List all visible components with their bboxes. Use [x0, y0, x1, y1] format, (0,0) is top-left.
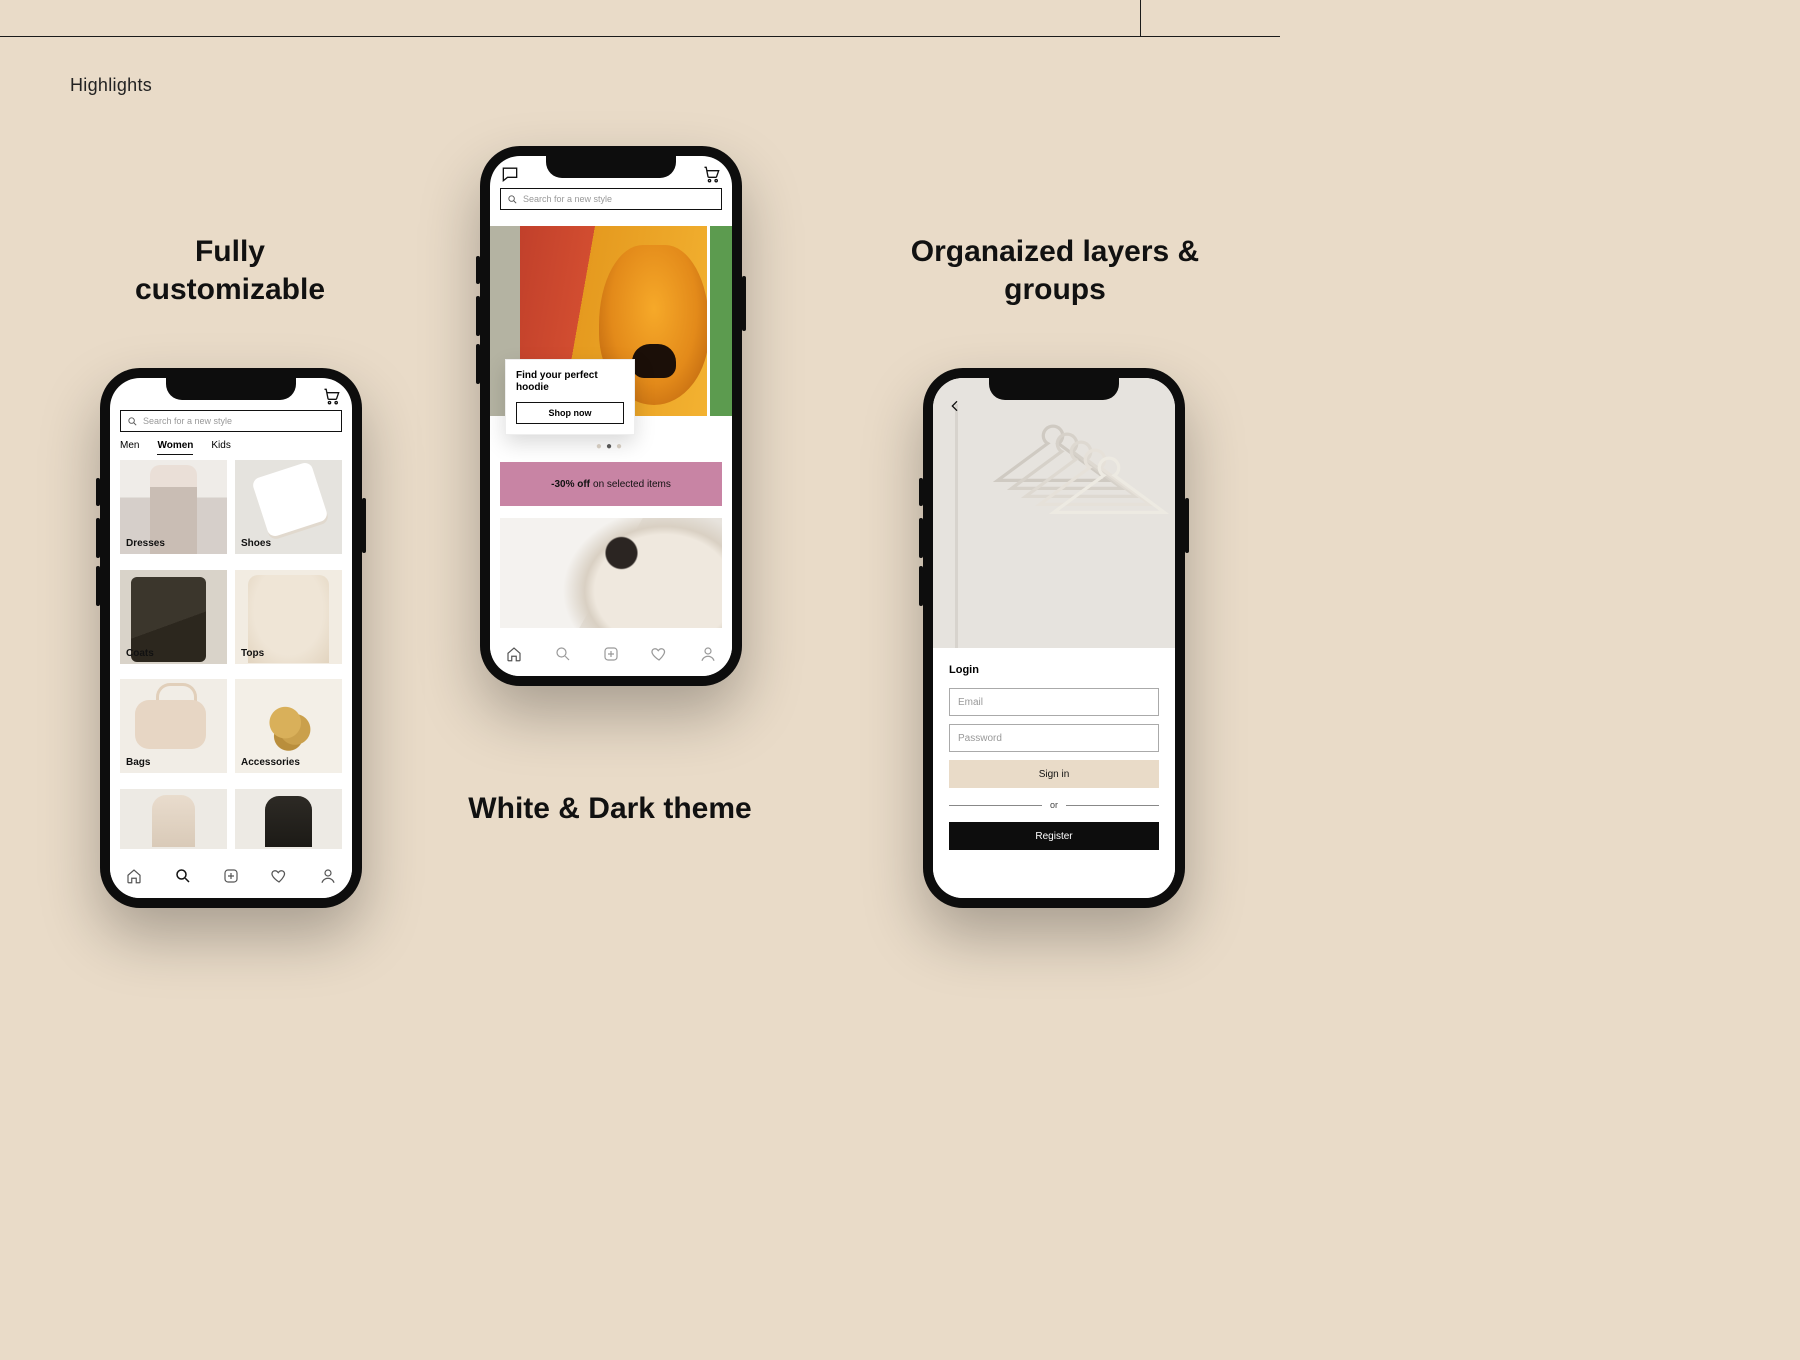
cat-more-1[interactable] — [120, 789, 227, 849]
hero-carousel[interactable]: Find your perfect hoodie Shop now — [500, 226, 722, 431]
nav-home-icon[interactable] — [125, 867, 143, 890]
search-input[interactable]: Search for a new style — [500, 188, 722, 210]
divider-horizontal — [0, 36, 1280, 37]
nav-add-icon[interactable] — [222, 867, 240, 890]
search-icon — [507, 194, 518, 205]
cat-more-2[interactable] — [235, 789, 342, 849]
signin-button[interactable]: Sign in — [949, 760, 1159, 788]
or-divider: or — [949, 800, 1159, 810]
category-tabs: Men Women Kids — [120, 440, 342, 455]
search-input[interactable]: Search for a new style — [120, 410, 342, 432]
promo-bold: -30% off — [551, 479, 590, 490]
or-text: or — [1050, 800, 1058, 810]
nav-add-icon[interactable] — [602, 645, 620, 668]
cat-tops[interactable]: Tops — [235, 570, 342, 664]
cart-icon[interactable] — [322, 386, 342, 406]
search-icon — [127, 416, 138, 427]
cat-coats[interactable]: Coats — [120, 570, 227, 664]
login-heading: Login — [949, 664, 1159, 676]
search-placeholder: Search for a new style — [143, 416, 232, 426]
nav-search-icon[interactable] — [554, 645, 572, 668]
feature-right: Organaized layers & groups — [900, 233, 1210, 308]
tab-kids[interactable]: Kids — [211, 440, 230, 455]
shop-now-button[interactable]: Shop now — [516, 402, 624, 424]
nav-profile-icon[interactable] — [699, 645, 717, 668]
feature-left: Fully customizable — [100, 233, 360, 308]
hero-card: Find your perfect hoodie Shop now — [505, 359, 635, 435]
nav-heart-icon[interactable] — [270, 867, 288, 890]
phone-home: Search for a new style Find your perfect… — [480, 146, 742, 686]
search-placeholder: Search for a new style — [523, 194, 612, 204]
feature-mid: White & Dark theme — [455, 790, 765, 828]
section-title: Highlights — [70, 75, 152, 96]
category-grid: Dresses Shoes Coats Tops Bags Accessorie… — [120, 460, 342, 856]
divider-vertical — [1140, 0, 1141, 36]
login-panel: Login Email Password Sign in or Register — [933, 648, 1175, 898]
promo-image — [500, 518, 722, 628]
hero-title: Find your perfect hoodie — [516, 370, 624, 394]
cat-label: Tops — [235, 648, 264, 664]
cat-label: Bags — [120, 757, 150, 773]
promo-text: on selected items — [593, 479, 671, 490]
phone-login: Login Email Password Sign in or Register — [923, 368, 1185, 908]
tab-women[interactable]: Women — [157, 440, 193, 455]
cat-shoes[interactable]: Shoes — [235, 460, 342, 554]
nav-heart-icon[interactable] — [650, 645, 668, 668]
nav-profile-icon[interactable] — [319, 867, 337, 890]
phone-categories: Search for a new style Men Women Kids Dr… — [100, 368, 362, 908]
cat-label: Coats — [120, 648, 154, 664]
email-placeholder: Email — [958, 697, 983, 708]
bottom-nav — [490, 636, 732, 676]
cat-label: Dresses — [120, 538, 165, 554]
nav-search-icon[interactable] — [174, 867, 192, 890]
hero-next-card — [710, 226, 732, 416]
tab-men[interactable]: Men — [120, 440, 139, 455]
password-field[interactable]: Password — [949, 724, 1159, 752]
cat-dresses[interactable]: Dresses — [120, 460, 227, 554]
chat-icon[interactable] — [500, 164, 520, 184]
nav-home-icon[interactable] — [505, 645, 523, 668]
promo-banner[interactable]: -30% off on selected items — [500, 462, 722, 506]
back-icon[interactable] — [947, 398, 963, 419]
bottom-nav — [110, 858, 352, 898]
cat-label: Accessories — [235, 757, 300, 773]
password-placeholder: Password — [958, 733, 1002, 744]
cat-label: Shoes — [235, 538, 271, 554]
hero-image — [933, 378, 1175, 648]
cat-bags[interactable]: Bags — [120, 679, 227, 773]
cart-icon[interactable] — [702, 164, 722, 184]
register-button[interactable]: Register — [949, 822, 1159, 850]
email-field[interactable]: Email — [949, 688, 1159, 716]
cat-accessories[interactable]: Accessories — [235, 679, 342, 773]
carousel-dots[interactable]: ●●● — [490, 441, 732, 452]
